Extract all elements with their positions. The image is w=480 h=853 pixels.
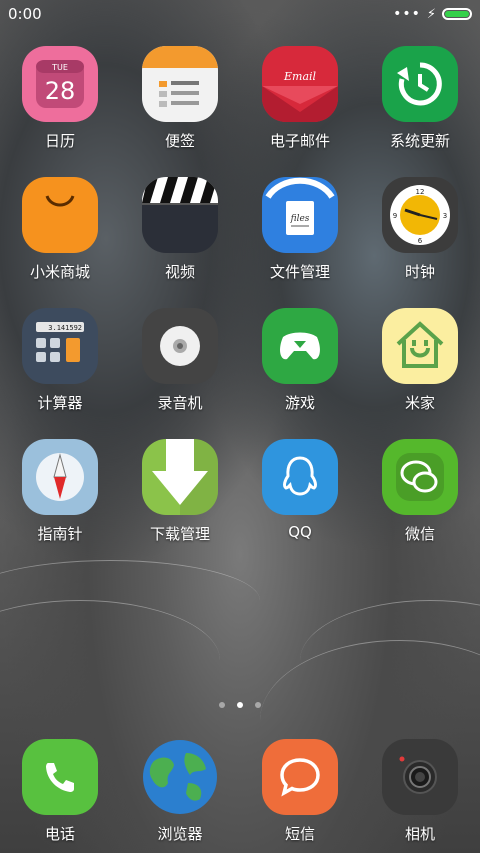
app-label: 日历: [44, 132, 75, 150]
dock-phone[interactable]: 电话: [0, 739, 120, 844]
svg-text:9: 9: [393, 212, 397, 220]
wechat-icon: [382, 439, 458, 515]
app-label: 计算器: [37, 394, 83, 412]
app-label: 时钟: [404, 263, 435, 281]
app-label: 视频: [164, 263, 195, 281]
svg-text:Email: Email: [283, 70, 317, 83]
battery-icon: [442, 8, 472, 20]
app-calculator[interactable]: 3.141592 计算器: [0, 308, 120, 439]
svg-text:28: 28: [45, 77, 76, 105]
app-mall[interactable]: 小米商城: [0, 177, 120, 308]
svg-text:6: 6: [418, 237, 423, 245]
app-downloads[interactable]: 下载管理: [120, 439, 240, 570]
game-controller-icon: [262, 308, 338, 384]
status-time: 0:00: [8, 5, 42, 23]
microphone-icon: [142, 308, 218, 384]
calendar-icon: TUE 28: [22, 46, 98, 122]
app-label: 文件管理: [269, 263, 330, 281]
page-indicator: [0, 702, 480, 708]
app-wechat[interactable]: 微信: [360, 439, 480, 570]
system-update-icon: [382, 46, 458, 122]
page-dot-active[interactable]: [237, 702, 243, 708]
dock-browser[interactable]: 浏览器: [120, 739, 240, 844]
svg-text:3: 3: [443, 212, 447, 220]
app-label: 电子邮件: [269, 132, 330, 150]
app-label: 游戏: [284, 394, 315, 412]
svg-text:TUE: TUE: [51, 63, 68, 72]
dock: 电话 浏览器 短信 相机: [0, 739, 480, 844]
app-label: 指南针: [37, 525, 83, 543]
svg-text:3.141592: 3.141592: [48, 324, 82, 332]
app-label: 下载管理: [149, 525, 210, 543]
charging-icon: ⚡: [426, 6, 436, 22]
svg-text:files: files: [290, 214, 310, 224]
app-qq[interactable]: QQ: [240, 439, 360, 570]
email-icon: Email: [262, 46, 338, 122]
app-games[interactable]: 游戏: [240, 308, 360, 439]
qq-penguin-icon: [262, 439, 338, 515]
mi-home-icon: [382, 308, 458, 384]
page-dot[interactable]: [255, 702, 261, 708]
video-clapper-icon: [142, 177, 218, 253]
message-bubble-icon: [262, 739, 338, 815]
compass-icon: [22, 439, 98, 515]
app-label: 米家: [404, 394, 435, 412]
app-mihome[interactable]: 米家: [360, 308, 480, 439]
dock-camera[interactable]: 相机: [360, 739, 480, 844]
app-updater[interactable]: 系统更新: [360, 46, 480, 177]
app-label: 电话: [44, 825, 75, 843]
app-notes[interactable]: 便签: [120, 46, 240, 177]
phone-icon: [22, 739, 98, 815]
app-label: 小米商城: [29, 263, 90, 281]
calculator-icon: 3.141592: [22, 308, 98, 384]
app-label: 浏览器: [157, 825, 203, 843]
notes-icon: [142, 46, 218, 122]
app-recorder[interactable]: 录音机: [120, 308, 240, 439]
app-grid: TUE 28 日历 便签 Email 电子邮件 系统更新 小米商城 视频 fil…: [0, 46, 480, 570]
files-icon: files: [262, 177, 338, 253]
app-clock[interactable]: 12 3 6 9 时钟: [360, 177, 480, 308]
shopping-bag-icon: [22, 177, 98, 253]
app-label: 短信: [284, 825, 315, 843]
notification-dots-icon: •••: [393, 6, 421, 22]
app-label: QQ: [288, 523, 312, 541]
app-compass[interactable]: 指南针: [0, 439, 120, 570]
globe-icon: [142, 739, 218, 815]
page-dot[interactable]: [219, 702, 225, 708]
clock-icon: 12 3 6 9: [382, 177, 458, 253]
svg-text:12: 12: [416, 188, 425, 196]
app-label: 录音机: [157, 394, 203, 412]
app-label: 相机: [404, 825, 435, 843]
app-video[interactable]: 视频: [120, 177, 240, 308]
app-calendar[interactable]: TUE 28 日历: [0, 46, 120, 177]
app-label: 系统更新: [389, 132, 450, 150]
dock-sms[interactable]: 短信: [240, 739, 360, 844]
camera-icon: [382, 739, 458, 815]
app-files[interactable]: files 文件管理: [240, 177, 360, 308]
download-arrow-icon: [142, 439, 218, 515]
app-label: 便签: [164, 132, 195, 150]
app-label: 微信: [404, 525, 435, 543]
status-bar: 0:00 ••• ⚡: [0, 0, 480, 28]
app-email[interactable]: Email 电子邮件: [240, 46, 360, 177]
